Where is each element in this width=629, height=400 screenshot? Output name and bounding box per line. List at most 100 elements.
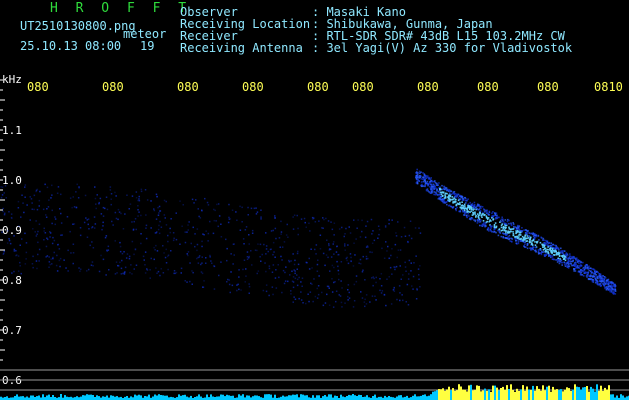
echo-speck [537,253,540,255]
noise-speck [117,208,120,211]
level-bar [102,396,104,400]
noise-speck [300,218,303,220]
noise-speck [361,219,363,222]
noise-speck [338,228,341,230]
noise-speck [305,226,307,228]
echo-speck [507,231,509,234]
level-bar [464,389,466,400]
noise-speck [80,268,82,270]
echo-speck [509,230,511,233]
noise-speck [13,235,15,237]
noise-speck [265,248,268,250]
noise-speck [355,275,358,277]
level-bar [302,394,304,400]
noise-speck [102,221,104,224]
echo-speck [451,198,454,201]
noise-speck [326,293,328,296]
echo-speck [612,283,615,286]
echo-speck [485,217,488,219]
noise-speck [248,285,251,288]
noise-speck [310,248,312,250]
echo-speck [451,192,454,195]
echo-speck [543,248,546,250]
noise-speck [192,271,194,274]
echo-speck [532,239,535,242]
echo-speck [490,227,492,229]
echo-speck [415,176,417,179]
noise-speck [213,265,215,267]
echo-speck [434,193,437,196]
noise-speck [229,291,231,294]
level-bar [316,395,318,400]
noise-speck [135,228,137,231]
noise-speck [133,220,135,223]
noise-speck [119,250,122,253]
echo-speck [563,255,565,257]
echo-speck [467,205,470,208]
noise-speck [399,292,401,294]
echo-speck [539,241,542,244]
noise-speck [328,249,331,251]
echo-speck [459,210,462,213]
noise-speck [143,259,145,261]
echo-speck [438,182,440,184]
echo-speck [614,293,617,295]
level-bar [178,394,180,400]
level-bar [300,394,302,400]
noise-speck [270,230,273,232]
noise-speck [316,270,319,272]
echo-speck [599,282,601,285]
echo-speck [580,265,583,267]
echo-speck [563,258,565,260]
echo-speck [599,285,602,287]
echo-speck [503,233,505,235]
level-bar [82,395,84,400]
noise-speck [301,285,303,287]
noise-speck [42,208,45,211]
echo-speck [477,215,480,217]
noise-speck [53,251,55,254]
noise-speck [371,233,373,235]
echo-speck [542,251,545,253]
echo-speck [547,246,549,248]
noise-speck [167,255,169,258]
echo-speck [591,280,594,283]
level-bar [258,396,260,400]
noise-speck [101,228,103,231]
echo-speck [595,278,597,280]
echo-speck [549,249,551,251]
echo-speck [493,230,496,233]
noise-speck [256,211,259,213]
noise-speck [153,258,155,261]
noise-speck [263,243,265,246]
echo-speck [448,194,450,196]
echo-speck [576,267,578,269]
noise-speck [297,227,299,230]
noise-speck [260,260,262,262]
noise-speck [247,214,249,216]
echo-speck [430,183,432,186]
echo-speck [429,192,432,194]
noise-speck [187,229,189,231]
level-bar [288,395,290,400]
noise-speck [198,255,201,257]
level-bar [318,395,320,400]
noise-speck [187,224,189,226]
noise-speck [60,212,62,215]
noise-speck [372,284,374,287]
echo-speck [524,234,527,236]
level-bar [134,394,136,400]
noise-speck [78,186,80,188]
noise-speck [71,206,73,209]
echo-speck [421,176,424,179]
noise-speck [378,233,380,236]
level-bar [560,389,562,400]
level-bar [190,395,192,400]
echo-speck [590,274,592,276]
echo-speck [461,206,463,209]
noise-speck [15,250,17,252]
echo-speck [448,189,450,191]
noise-speck [38,260,40,262]
noise-speck [118,211,121,213]
noise-speck [43,230,45,232]
